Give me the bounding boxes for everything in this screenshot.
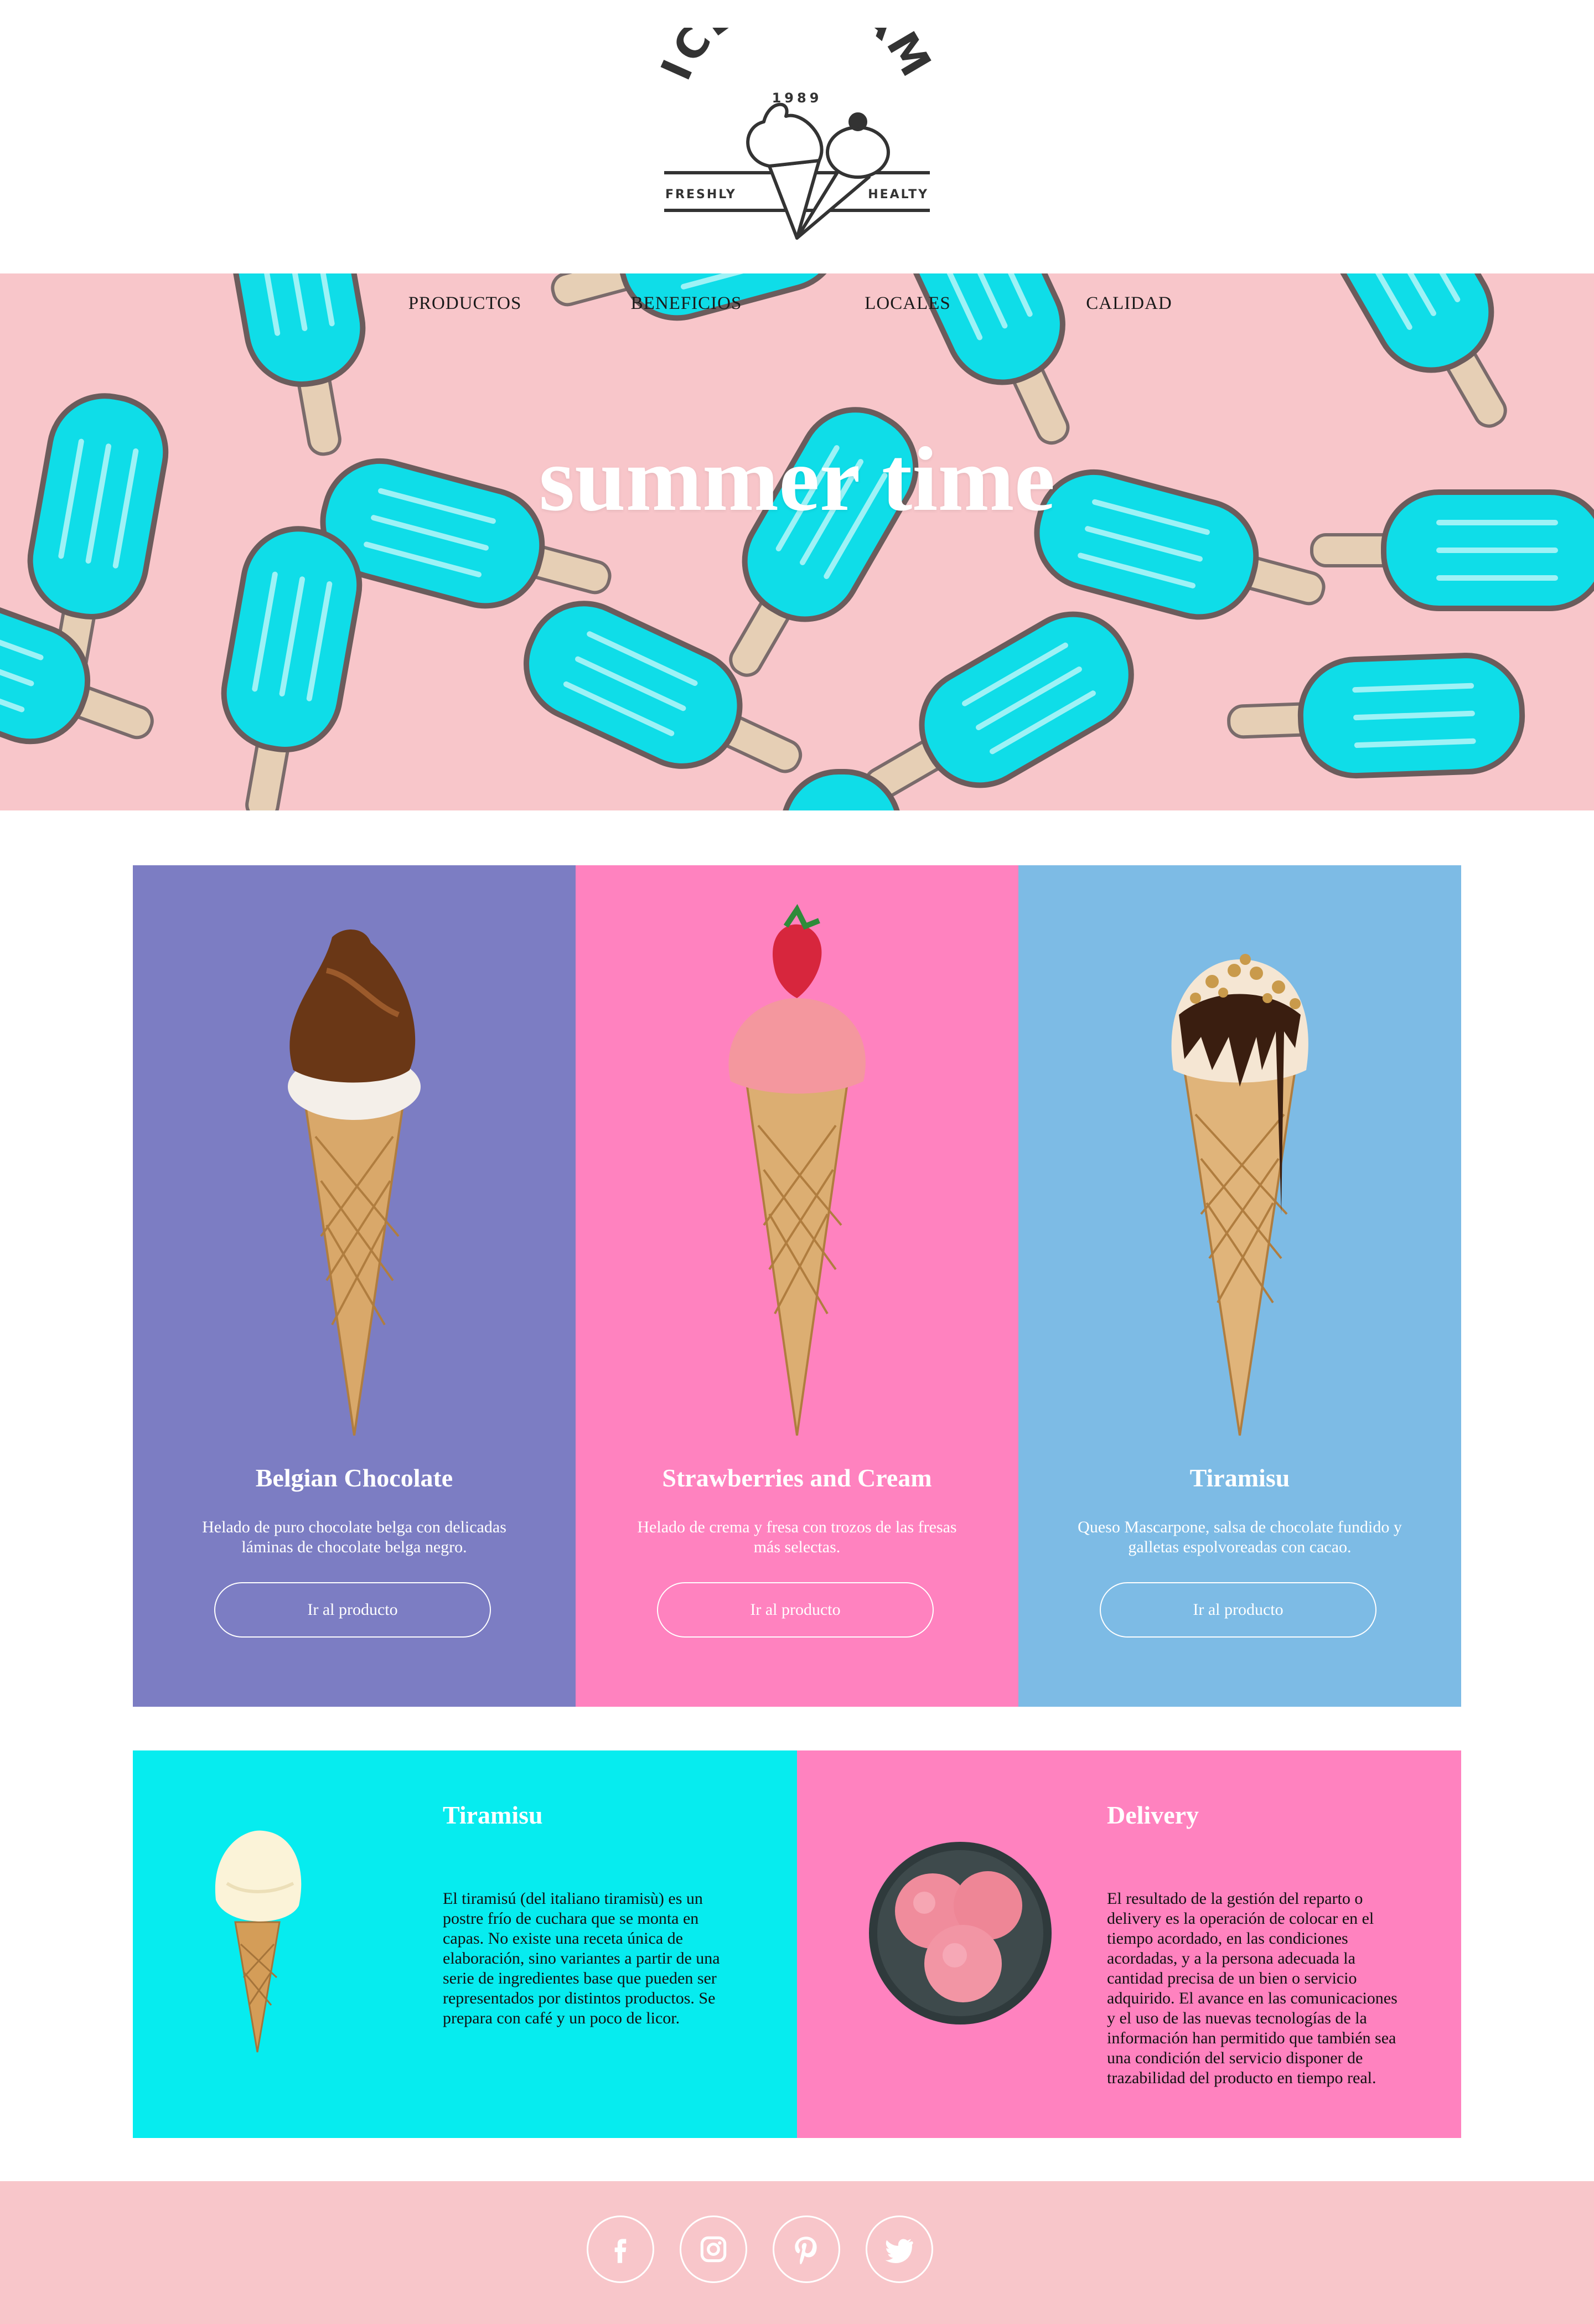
instagram-icon[interactable] [680,2215,747,2283]
nav-productos[interactable]: PRODUCTOS [354,293,576,314]
product-card-strawberries-and-cream: Strawberries and Cream Helado de crema y… [576,865,1018,1707]
info-title: Tiramisu [443,1801,543,1829]
nav-beneficios[interactable]: BENEFICIOS [576,293,797,314]
nav-locales[interactable]: LOCALES [797,293,1018,314]
logo-right-tag: HEALTY [868,188,929,202]
vanilla-cone-icon [210,1817,304,2055]
site-header: ICE CREAM 1989 FRESHLY HEALTY [0,0,1594,273]
strawberry-ice-cream-cone-icon [686,904,908,1458]
product-title: Tiramisu [1189,1464,1290,1492]
hero-banner [0,273,1594,810]
product-description: Helado de puro chocolate belga con delic… [202,1518,506,1556]
site-footer [0,2181,1594,2324]
product-title: Strawberries and Cream [662,1464,932,1492]
product-card-belgian-chocolate: Belgian Chocolate Helado de puro chocola… [133,865,576,1707]
info-text: El tiramisú (del italiano tiramisù) es u… [443,1889,720,2027]
info-panel-delivery: Delivery El resultado de la gestión del … [797,1750,1461,2138]
facebook-icon[interactable] [587,2215,654,2283]
info-panel-tiramisu: Tiramisu El tiramisú (del italiano tiram… [133,1750,797,2138]
nav-calidad[interactable]: CALIDAD [1018,293,1240,314]
tiramisu-ice-cream-cone-icon [1129,904,1350,1458]
product-description: Helado de crema y fresa con trozos de la… [637,1518,957,1556]
pinterest-icon[interactable] [773,2215,840,2283]
main-nav: PRODUCTOS BENEFICIOS LOCALES CALIDAD [0,273,1594,334]
popsicle-icons [0,273,1594,810]
ice-cream-bowl-icon [866,1839,1054,2027]
go-to-product-button[interactable]: Ir al producto [214,1582,491,1638]
info-panels: Tiramisu El tiramisú (del italiano tiram… [133,1750,1461,2138]
info-text: El resultado de la gestión del reparto o… [1107,1889,1398,2087]
product-card-tiramisu: Tiramisu Queso Mascarpone, salsa de choc… [1018,865,1461,1707]
popsicle-pattern [0,273,1594,810]
go-to-product-button[interactable]: Ir al producto [1100,1582,1376,1638]
info-title: Delivery [1107,1801,1199,1829]
product-title: Belgian Chocolate [255,1464,453,1492]
twitter-icon[interactable] [866,2215,933,2283]
chocolate-ice-cream-cone-icon [244,904,465,1458]
ice-cream-logo[interactable]: ICE CREAM 1989 FRESHLY HEALTY [659,28,935,255]
product-description: Queso Mascarpone, salsa de chocolate fun… [1078,1518,1402,1556]
logo-text: ICE CREAM [659,28,935,87]
logo-left-tag: FRESHLY [665,188,737,202]
logo-graphic: ICE CREAM 1989 FRESHLY HEALTY [659,28,935,240]
hero-title: summer time [539,428,1055,530]
go-to-product-button[interactable]: Ir al producto [657,1582,934,1638]
product-cards: Belgian Chocolate Helado de puro chocola… [133,865,1461,1707]
svg-text:ICE CREAM: ICE CREAM [659,28,935,87]
